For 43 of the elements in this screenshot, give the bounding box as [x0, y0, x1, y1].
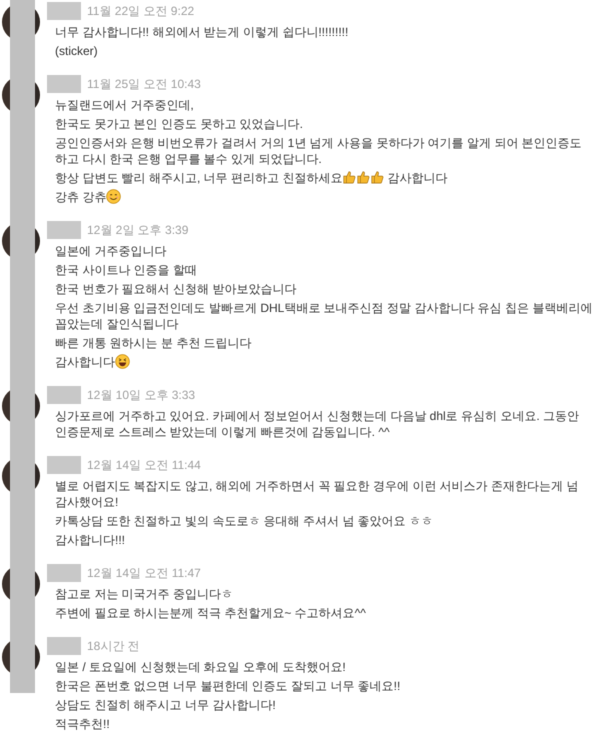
- comment-text: 너무 감사합니다!! 해외에서 받는게 이렇게 쉽다니!!!!!!!!!: [55, 25, 348, 39]
- comment-text: 뉴질랜드에서 거주중인데,: [55, 98, 194, 112]
- redacted-name: [47, 564, 81, 582]
- thumbs-up-icon: [370, 170, 384, 184]
- comment-text: 한국은 폰번호 없으면 너무 불편한데 인증도 잘되고 너무 좋네요!!: [55, 679, 400, 693]
- smiling-face-icon: [106, 189, 122, 204]
- comment-text: 강츄 강츄: [55, 190, 106, 204]
- redacted-name: [47, 386, 81, 404]
- comment-time: 12월 2일 오후 3:39: [87, 222, 188, 239]
- comment-text: (sticker): [55, 44, 98, 58]
- comment-text: 한국도 못가고 본인 인증도 못하고 있었습니다.: [55, 117, 304, 131]
- comment-text: 우선 초기비용 입금전인데도 발빠르게 DHL택배로 보내주신점 정말 감사합니다 유심 칩은 블랙베리에 꼽았는데 잘인식됩니다: [55, 301, 592, 331]
- redacted-name: [47, 456, 81, 474]
- redacted-name: [47, 221, 81, 239]
- comment-time: 12월 14일 오전 11:44: [87, 457, 201, 474]
- grinning-face-icon: [115, 354, 130, 369]
- comment-text: 카톡상담 또한 친절하고 빛의 속도로ㅎ 응대해 주셔서 넘 좋았어요 ㅎㅎ: [55, 514, 434, 528]
- redacted-name: [47, 637, 81, 655]
- comment-text: 참고로 저는 미국거주 중입니다ㅎ: [55, 587, 234, 601]
- comment-time: 18시간 전: [87, 638, 140, 655]
- comment-text: 공인인증서와 은행 비번오류가 걸려서 거의 1년 넘게 사용을 못하다가 여기를 알게 되어 본인인증도 하고 다시 한국 은행 업무를 볼수 있게 되었답니다.: [55, 136, 582, 166]
- thumbs-up-icon: [356, 170, 370, 184]
- comment-time: 12월 14일 오전 11:47: [87, 565, 201, 582]
- comment-text: 일본 / 토요일에 신청했는데 화요일 오후에 도착했어요!: [55, 660, 346, 674]
- comment-text: 한국 사이트나 인증을 할때: [55, 263, 198, 277]
- comment-text: 한국 번호가 필요해서 신청해 받아보았습니다: [55, 282, 296, 296]
- comment-time: 11월 25일 오전 10:43: [87, 76, 201, 93]
- comment-text: 감사합니다: [55, 355, 115, 369]
- comment-text: 감사합니다!!!: [55, 533, 126, 547]
- comment-text: 싱가포르에 거주하고 있어요. 카페에서 정보얻어서 신청했는데 다음날 dhl로 유심히 오네요. 그동안 인증문제로 스트레스 받았는데 이렇게 빠른것에 감동입니다. ^^: [55, 409, 580, 439]
- comment-text: 항상 답변도 빨리 해주시고, 너무 편리하고 친절하세요: [55, 171, 342, 185]
- thumbs-up-icon: [342, 170, 356, 184]
- comment-text: 빠른 개통 원하시는 분 추천 드립니다: [55, 336, 252, 350]
- comment-time: 11월 22일 오전 9:22: [87, 3, 194, 20]
- comment-text: 적극추천!!: [55, 717, 110, 731]
- comment-text: 별로 어렵지도 복잡지도 않고, 해외에 거주하면서 꼭 필요한 경우에 이런 서비스가 존재한다는게 넘 감사했어요!: [55, 479, 578, 509]
- comment-text: 주변에 필요로 하시는분께 적극 추천할게요~ 수고하셔요^^: [55, 606, 366, 620]
- redacted-name: [47, 75, 81, 93]
- comment-text: 상담도 친절히 해주시고 너무 감사합니다!: [55, 698, 276, 712]
- comment-text: 일본에 거주중입니다: [55, 244, 166, 258]
- comment-time: 12월 10일 오후 3:33: [87, 387, 196, 404]
- redacted-name: [47, 2, 81, 20]
- comment-text: 감사합니다: [386, 171, 448, 185]
